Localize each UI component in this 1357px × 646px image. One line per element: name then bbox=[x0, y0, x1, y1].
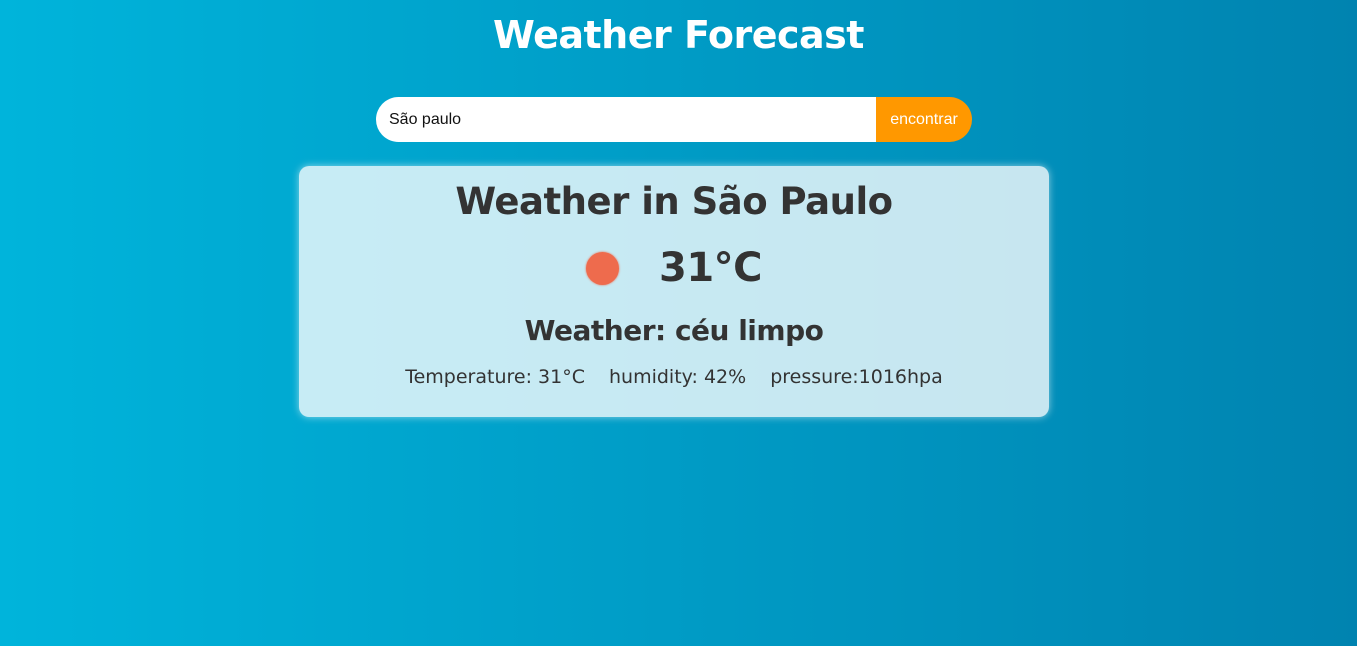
temperature-row: 31°C bbox=[299, 244, 1049, 292]
weather-condition: Weather: céu limpo bbox=[524, 314, 824, 347]
weather-details: Temperature: 31°C humidity: 42% pressure… bbox=[299, 365, 1049, 389]
sun-icon bbox=[585, 251, 619, 285]
detail-pressure: pressure:1016hpa bbox=[770, 366, 943, 388]
search-bar: encontrar bbox=[376, 97, 972, 142]
weather-location-title: Weather in São Paulo bbox=[455, 180, 893, 223]
temperature-value: 31°C bbox=[658, 245, 763, 291]
detail-temperature: Temperature: 31°C bbox=[405, 366, 585, 388]
page-title: Weather Forecast bbox=[493, 13, 864, 57]
weather-card: Weather in São Paulo 31°C Weather: céu l… bbox=[299, 166, 1049, 417]
search-input[interactable] bbox=[376, 97, 876, 142]
search-button[interactable]: encontrar bbox=[876, 97, 972, 142]
detail-humidity: humidity: 42% bbox=[608, 366, 747, 388]
